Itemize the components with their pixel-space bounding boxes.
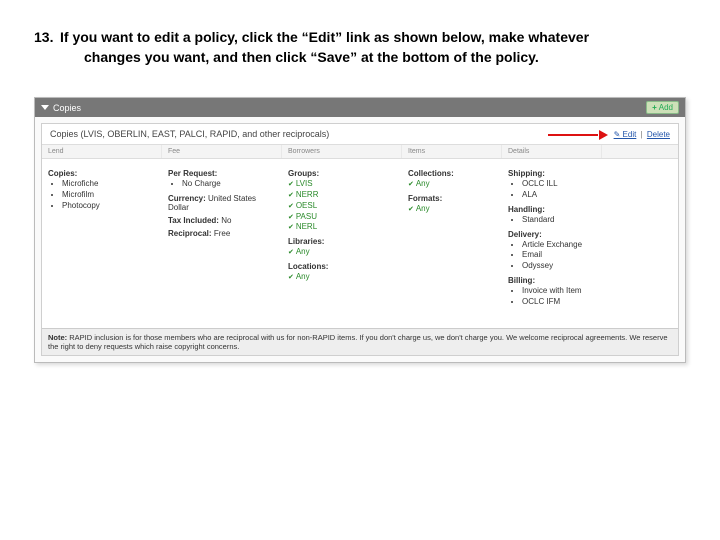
callout-arrow xyxy=(548,130,608,140)
tax-value: No xyxy=(221,216,231,225)
step-number: 13. xyxy=(34,28,60,48)
list-item: OCLC IFM xyxy=(522,297,596,308)
screenshot-frame: Copies +Add Copies (LVIS, OBERLIN, EAST,… xyxy=(34,97,686,362)
list-item: Article Exchange xyxy=(522,240,596,251)
instruction-line-1: If you want to edit a policy, click the … xyxy=(60,29,589,45)
any-item: Any xyxy=(288,272,396,283)
list-item: Standard xyxy=(522,215,596,226)
group-item: LVIS xyxy=(288,179,396,190)
colhdr-borrowers: Borrowers xyxy=(282,145,402,158)
group-item: NERR xyxy=(288,190,396,201)
colhdr-details: Details xyxy=(502,145,602,158)
per-request-heading: Per Request: xyxy=(168,169,276,178)
instruction-heading: 13.If you want to edit a policy, click t… xyxy=(34,28,686,67)
list-item: Microfilm xyxy=(62,190,156,201)
reciprocal-value: Free xyxy=(214,229,230,238)
col-lend: Copies: Microfiche Microfilm Photocopy xyxy=(42,163,162,313)
currency-heading: Currency: United States Dollar xyxy=(168,194,276,212)
list-item: ALA xyxy=(522,190,596,201)
note-bar: Note: RAPID inclusion is for those membe… xyxy=(42,328,678,355)
tax-heading: Tax Included: No xyxy=(168,216,276,225)
column-headers: Lend Fee Borrowers Items Details xyxy=(42,145,678,159)
list-item: Odyssey xyxy=(522,261,596,272)
group-item: NERL xyxy=(288,222,396,233)
formats-heading: Formats: xyxy=(408,194,496,203)
panel-action-links: Edit | Delete xyxy=(614,130,670,139)
colhdr-fee: Fee xyxy=(162,145,282,158)
billing-heading: Billing: xyxy=(508,276,596,285)
link-divider: | xyxy=(641,130,643,139)
delete-link[interactable]: Delete xyxy=(647,130,670,139)
colhdr-lend: Lend xyxy=(42,145,162,158)
edit-link[interactable]: Edit xyxy=(614,130,637,139)
tax-label: Tax Included: xyxy=(168,216,219,225)
edit-link-label: Edit xyxy=(623,130,637,139)
delivery-heading: Delivery: xyxy=(508,230,596,239)
note-label: Note: xyxy=(48,333,67,342)
group-item: PASU xyxy=(288,212,396,223)
locations-heading: Locations: xyxy=(288,262,396,271)
reciprocal-heading: Reciprocal: Free xyxy=(168,229,276,238)
any-item: Any xyxy=(408,179,496,190)
any-item: Any xyxy=(408,204,496,215)
list-item: Microfiche xyxy=(62,179,156,190)
section-title: Copies xyxy=(53,103,81,113)
collections-heading: Collections: xyxy=(408,169,496,178)
plus-icon: + xyxy=(652,103,657,112)
col-fee: Per Request: No Charge Currency: United … xyxy=(162,163,282,313)
groups-heading: Groups: xyxy=(288,169,396,178)
reciprocal-label: Reciprocal: xyxy=(168,229,212,238)
list-item: Email xyxy=(522,250,596,261)
panel-header: Copies (LVIS, OBERLIN, EAST, PALCI, RAPI… xyxy=(42,124,678,145)
shipping-heading: Shipping: xyxy=(508,169,596,178)
col-borrowers: Groups: LVIS NERR OESL PASU NERL Librari… xyxy=(282,163,402,313)
note-text: RAPID inclusion is for those members who… xyxy=(48,333,668,351)
collapse-triangle-icon[interactable] xyxy=(41,105,49,110)
col-items: Collections: Any Formats: Any xyxy=(402,163,502,313)
list-item: Photocopy xyxy=(62,201,156,212)
currency-label: Currency: xyxy=(168,194,206,203)
libraries-heading: Libraries: xyxy=(288,237,396,246)
add-button-label: Add xyxy=(659,103,673,112)
group-item: OESL xyxy=(288,201,396,212)
policy-panel: Copies (LVIS, OBERLIN, EAST, PALCI, RAPI… xyxy=(41,123,679,355)
add-button[interactable]: +Add xyxy=(646,101,679,114)
col-details: Shipping: OCLC ILL ALA Handling: Standar… xyxy=(502,163,602,313)
list-item: OCLC ILL xyxy=(522,179,596,190)
any-item: Any xyxy=(288,247,396,258)
policy-title: Copies (LVIS, OBERLIN, EAST, PALCI, RAPI… xyxy=(50,129,329,139)
colhdr-items: Items xyxy=(402,145,502,158)
instruction-line-2: changes you want, and then click “Save” … xyxy=(34,48,686,68)
panel-body: Copies: Microfiche Microfilm Photocopy P… xyxy=(42,159,678,327)
handling-heading: Handling: xyxy=(508,205,596,214)
list-item: Invoice with Item xyxy=(522,286,596,297)
list-item: No Charge xyxy=(182,179,276,190)
copies-heading: Copies: xyxy=(48,169,156,178)
section-header-bar: Copies +Add xyxy=(35,98,685,117)
delete-link-label: Delete xyxy=(647,130,670,139)
